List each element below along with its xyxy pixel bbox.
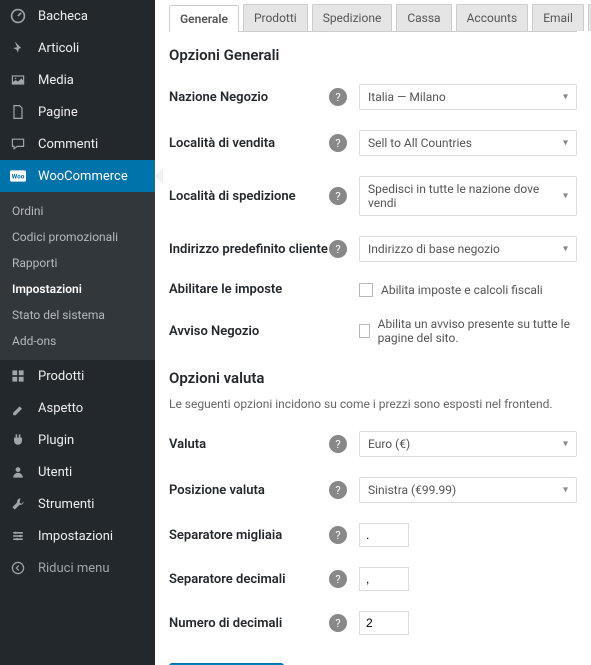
label-ship-loc: Località di spedizione xyxy=(169,189,329,204)
dashboard-icon xyxy=(10,8,30,24)
main-content: GeneraleProdottiSpedizioneCassaAccountsE… xyxy=(155,0,591,665)
page-icon xyxy=(10,104,30,120)
help-icon[interactable]: ? xyxy=(329,240,347,258)
sidebar-label: Utenti xyxy=(38,465,72,480)
label-default-addr: Indirizzo predefinito cliente xyxy=(169,242,329,257)
comment-icon xyxy=(10,136,30,152)
section-heading-general: Opzioni Generali xyxy=(169,46,577,64)
help-icon[interactable]: ? xyxy=(329,88,347,106)
help-icon[interactable]: ? xyxy=(329,526,347,544)
sidebar-item-strumenti[interactable]: Strumenti xyxy=(0,488,155,520)
submenu-item-impostazioni[interactable]: Impostazioni xyxy=(0,276,155,302)
sidebar-label: Aspetto xyxy=(38,401,83,416)
products-icon xyxy=(10,368,30,384)
sidebar-label: Media xyxy=(38,73,74,88)
label-thou-sep: Separatore migliaia xyxy=(169,528,329,543)
sidebar-label: WooCommerce xyxy=(38,169,128,184)
sidebar-label: Riduci menu xyxy=(38,561,110,576)
submenu-item-ordini[interactable]: Ordini xyxy=(0,198,155,224)
sidebar-label: Plugin xyxy=(38,433,74,448)
sidebar-label: Commenti xyxy=(38,137,98,152)
checkbox-store-notice[interactable] xyxy=(359,324,370,338)
select-default-addr[interactable]: Indirizzo di base negozio xyxy=(359,236,577,262)
currency-desc: Le seguenti opzioni incidono su come i p… xyxy=(169,397,577,411)
sidebar-item-aspetto[interactable]: Aspetto xyxy=(0,392,155,424)
sidebar-item-pagine[interactable]: Pagine xyxy=(0,96,155,128)
sidebar-item-commenti[interactable]: Commenti xyxy=(0,128,155,160)
settings-tabs: GeneraleProdottiSpedizioneCassaAccountsE… xyxy=(169,0,577,32)
sidebar-label: Strumenti xyxy=(38,497,94,512)
sidebar-label: Prodotti xyxy=(38,369,84,384)
svg-text:Woo: Woo xyxy=(12,172,25,180)
plugin-icon xyxy=(10,432,30,448)
settings-icon xyxy=(10,528,30,544)
sidebar-item-riduci-menu[interactable]: Riduci menu xyxy=(0,552,155,584)
admin-sidebar: BachecaArticoliMediaPagineCommentiWooWoo… xyxy=(0,0,155,665)
pin-icon xyxy=(10,40,30,56)
appearance-icon xyxy=(10,400,30,416)
label-currency: Valuta xyxy=(169,437,329,452)
sidebar-item-utenti[interactable]: Utenti xyxy=(0,456,155,488)
sidebar-label: Pagine xyxy=(38,105,78,120)
label-enable-tax: Abilitare le imposte xyxy=(169,282,329,297)
collapse-icon xyxy=(10,560,30,576)
select-shop-country[interactable]: Italia — Milano xyxy=(359,84,577,110)
sidebar-item-prodotti[interactable]: Prodotti xyxy=(0,360,155,392)
submenu-item-add-ons[interactable]: Add-ons xyxy=(0,328,155,354)
tools-icon xyxy=(10,496,30,512)
sidebar-item-articoli[interactable]: Articoli xyxy=(0,32,155,64)
submenu-item-rapporti[interactable]: Rapporti xyxy=(0,250,155,276)
tab-spedizione[interactable]: Spedizione xyxy=(312,4,393,31)
media-icon xyxy=(10,72,30,88)
label-sell-loc: Località di vendita xyxy=(169,136,329,151)
section-heading-currency: Opzioni valuta xyxy=(169,369,577,387)
sidebar-label: Impostazioni xyxy=(38,529,113,544)
label-dec-sep: Separatore decimali xyxy=(169,572,329,587)
help-icon[interactable]: ? xyxy=(329,187,347,205)
sidebar-item-media[interactable]: Media xyxy=(0,64,155,96)
help-icon[interactable]: ? xyxy=(329,435,347,453)
tab-prodotti[interactable]: Prodotti xyxy=(243,4,308,31)
help-icon[interactable]: ? xyxy=(329,614,347,632)
help-icon[interactable]: ? xyxy=(329,570,347,588)
select-ship-loc[interactable]: Spedisci in tutte le nazione dove vendi xyxy=(359,176,577,216)
sidebar-label: Articoli xyxy=(38,41,79,56)
label-currency-pos: Posizione valuta xyxy=(169,483,329,498)
tab-accounts[interactable]: Accounts xyxy=(456,4,529,31)
submenu-item-codici-promozionali[interactable]: Codici promozionali xyxy=(0,224,155,250)
help-icon[interactable]: ? xyxy=(329,481,347,499)
select-sell-loc[interactable]: Sell to All Countries xyxy=(359,130,577,156)
select-currency[interactable]: Euro (€) xyxy=(359,431,577,457)
sidebar-label: Bacheca xyxy=(38,9,88,24)
sidebar-item-plugin[interactable]: Plugin xyxy=(0,424,155,456)
input-thou-sep[interactable] xyxy=(359,523,409,547)
users-icon xyxy=(10,464,30,480)
sidebar-item-impostazioni[interactable]: Impostazioni xyxy=(0,520,155,552)
checkbox-enable-tax[interactable] xyxy=(359,283,373,297)
checkbox-label-enable-tax: Abilita imposte e calcoli fiscali xyxy=(381,283,543,297)
submenu-item-stato-del-sistema[interactable]: Stato del sistema xyxy=(0,302,155,328)
checkbox-label-store-notice: Abilita un avviso presente su tutte le p… xyxy=(378,317,577,345)
sidebar-submenu: OrdiniCodici promozionaliRapportiImposta… xyxy=(0,192,155,360)
tab-email[interactable]: Email xyxy=(532,4,584,31)
sidebar-item-bacheca[interactable]: Bacheca xyxy=(0,0,155,32)
input-num-dec[interactable] xyxy=(359,611,409,635)
help-icon[interactable]: ? xyxy=(329,134,347,152)
tab-generale[interactable]: Generale xyxy=(169,5,239,32)
woo-icon: Woo xyxy=(10,168,30,184)
label-shop-country: Nazione Negozio xyxy=(169,90,329,105)
tab-cassa[interactable]: Cassa xyxy=(396,4,451,31)
input-dec-sep[interactable] xyxy=(359,567,409,591)
select-currency-pos[interactable]: Sinistra (€99.99) xyxy=(359,477,577,503)
sidebar-item-woocommerce[interactable]: Woo WooCommerce xyxy=(0,160,155,192)
label-num-dec: Numero di decimali xyxy=(169,616,329,631)
label-store-notice: Avviso Negozio xyxy=(169,324,329,339)
